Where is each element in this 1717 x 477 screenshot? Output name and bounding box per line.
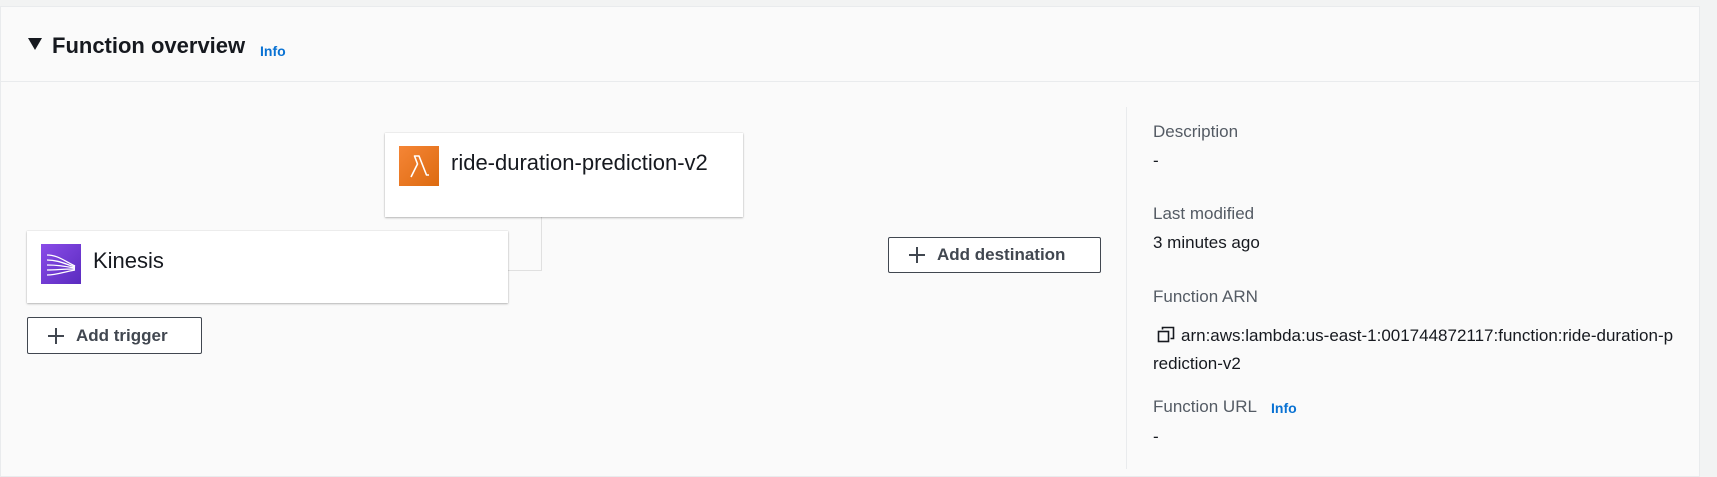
last-modified-value: 3 minutes ago (1153, 233, 1260, 252)
function-card[interactable]: ride-duration-prediction-v2 (385, 133, 743, 217)
function-url-label: Function URL (1153, 397, 1257, 416)
header-info-link[interactable]: Info (260, 43, 286, 59)
last-modified-label: Last modified (1153, 204, 1255, 223)
function-url-value: - (1153, 427, 1159, 446)
plus-icon (909, 247, 925, 263)
function-arn-label: Function ARN (1153, 287, 1258, 306)
add-trigger-button[interactable]: Add trigger (27, 317, 202, 354)
copy-icon[interactable] (1157, 325, 1175, 343)
caret-down-icon[interactable] (28, 38, 42, 50)
function-name: ride-duration-prediction-v2 (451, 150, 708, 175)
function-url-info-link[interactable]: Info (1271, 400, 1297, 416)
diagram-connector (508, 217, 542, 271)
function-overview-panel: Function overview Info ride-duration-pre… (0, 6, 1700, 477)
function-arn: arn:aws:lambda:us-east-1:001744872117:fu… (1153, 322, 1678, 378)
add-destination-button[interactable]: Add destination (888, 237, 1101, 273)
description-label: Description (1153, 122, 1239, 141)
lambda-icon (399, 146, 439, 186)
trigger-name: Kinesis (93, 248, 164, 273)
kinesis-icon (41, 244, 81, 284)
section-divider (1126, 107, 1127, 469)
plus-icon (48, 327, 64, 344)
panel-title[interactable]: Function overview (52, 32, 245, 60)
add-trigger-label: Add trigger (76, 325, 168, 345)
panel-header[interactable]: Function overview Info (1, 7, 1699, 82)
description-value: - (1153, 151, 1159, 170)
add-destination-label: Add destination (937, 245, 1066, 264)
kinesis-trigger-card[interactable]: Kinesis (27, 231, 508, 303)
function-arn-value: arn:aws:lambda:us-east-1:001744872117:fu… (1153, 326, 1674, 373)
